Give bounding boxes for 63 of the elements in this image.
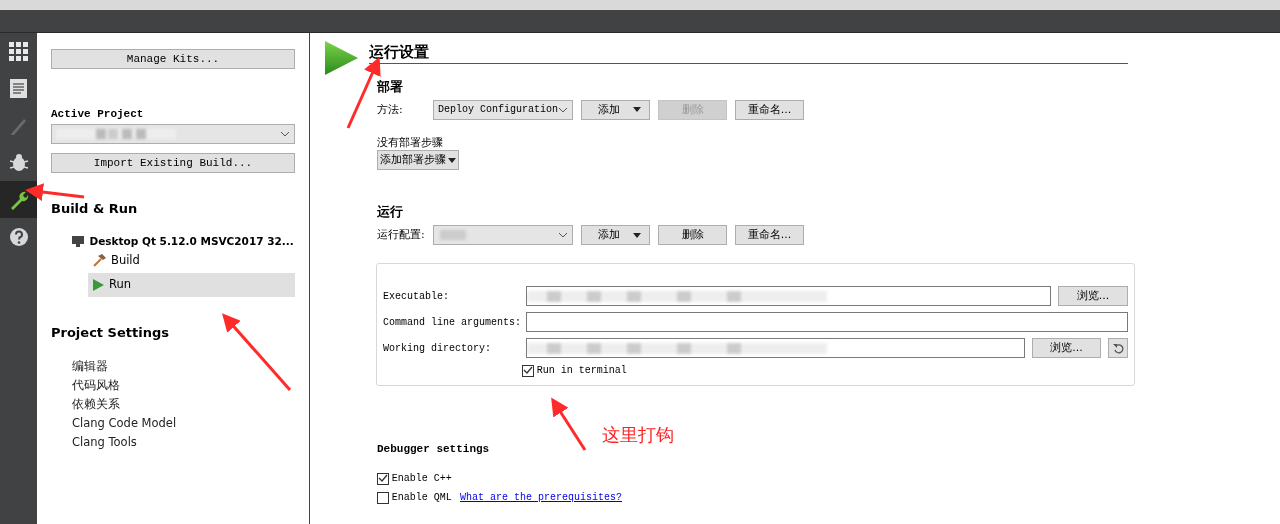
field-label: Working directory: <box>383 341 493 355</box>
settings-item[interactable]: 编辑器 <box>72 357 295 377</box>
annotation-arrow <box>551 397 587 451</box>
field-label: Executable: <box>383 289 450 303</box>
check-icon <box>523 366 533 376</box>
browse-button[interactable]: 浏览... <box>1058 286 1128 307</box>
page-title: 运行设置 <box>369 43 1128 64</box>
reset-button[interactable] <box>1108 338 1128 359</box>
help-link[interactable]: What are the prerequisites? <box>460 491 623 505</box>
caret-icon <box>448 157 456 163</box>
text-field[interactable] <box>526 286 1052 307</box>
settings-item[interactable]: Clang Tools <box>72 433 295 453</box>
bug-icon[interactable] <box>8 152 29 173</box>
section-heading: Debugger settings <box>377 442 490 457</box>
field-label: Command line arguments: <box>383 315 519 329</box>
caret-icon <box>558 106 568 113</box>
caret-icon <box>558 232 568 239</box>
checkbox-label: Enable C++ <box>391 472 452 486</box>
checkbox[interactable] <box>377 472 389 485</box>
action-button[interactable]: 添加 <box>581 99 650 120</box>
hammer-icon <box>93 254 106 268</box>
tree-item[interactable]: Run <box>88 272 295 297</box>
kit-name[interactable]: Desktop Qt 5.12.0 MSVC2017 32... <box>89 234 294 249</box>
settings-item[interactable]: 依赖关系 <box>72 395 295 415</box>
field-label: 方法: <box>377 102 404 118</box>
browse-button[interactable]: 浏览... <box>1031 338 1102 359</box>
action-button[interactable]: 添加 <box>581 225 650 246</box>
section-heading: 运行 <box>377 204 404 222</box>
field-label: 运行配置: <box>377 227 425 243</box>
grid-icon[interactable] <box>8 41 29 62</box>
play-icon <box>93 278 104 291</box>
method-combo[interactable]: Deploy Configuration <box>433 99 573 120</box>
caret-icon <box>633 107 641 113</box>
text-field[interactable] <box>526 312 1128 333</box>
reset-icon <box>1112 342 1124 354</box>
checkbox[interactable] <box>522 364 534 377</box>
text-field[interactable] <box>526 338 1025 359</box>
checkbox-label: Enable QML <box>391 491 452 505</box>
check-icon <box>378 474 388 484</box>
monitor-icon <box>72 236 84 248</box>
manage-kits-button[interactable]: Manage Kits... <box>51 49 295 69</box>
action-button[interactable]: 重命名... <box>735 99 804 120</box>
settings-item[interactable]: 代码风格 <box>72 376 295 396</box>
checkbox[interactable] <box>377 491 389 504</box>
action-button[interactable]: 重命名... <box>735 225 804 246</box>
document-icon[interactable] <box>8 78 29 99</box>
annotation-arrow <box>25 183 85 201</box>
import-build-button[interactable]: Import Existing Build... <box>51 153 295 174</box>
add-step-button[interactable]: 添加部署步骤 <box>377 150 459 171</box>
section-heading: Project Settings <box>51 324 170 342</box>
settings-item[interactable]: Clang Code Model <box>72 414 295 434</box>
annotation-text: 这里打钩 <box>602 423 674 447</box>
caret-icon <box>633 232 641 238</box>
action-button[interactable]: 删除 <box>658 225 727 246</box>
caret-icon <box>280 131 290 138</box>
blurred-text-drawing <box>438 228 468 243</box>
info-text: 没有部署步骤 <box>377 135 444 151</box>
help-icon[interactable] <box>8 226 29 247</box>
section-heading: 部署 <box>377 79 404 96</box>
section-heading: Build & Run <box>51 201 139 218</box>
tree-item[interactable]: Build <box>88 248 295 273</box>
section-label: Active Project <box>51 107 145 122</box>
checkbox-label: Run in terminal <box>536 364 627 378</box>
